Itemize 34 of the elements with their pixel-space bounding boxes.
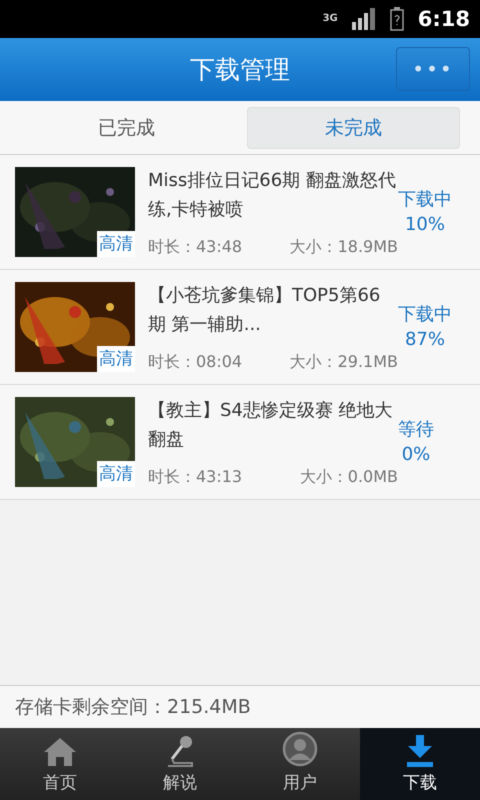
nav-tab[interactable]: 首页 (0, 728, 120, 800)
quality-badge: 高清 (97, 346, 135, 372)
download-status: 等待 (398, 418, 434, 442)
nav-tab[interactable]: 解说 (120, 728, 240, 800)
download-percent: 0% (402, 443, 430, 467)
video-title: 【教主】S4悲惨定级赛 绝地大翻盘 (148, 399, 394, 452)
storage-info: 存储卡剩余空间：215.4MB (15, 695, 251, 720)
tab[interactable]: 未完成 (247, 106, 460, 148)
user-icon (282, 731, 318, 767)
microphone-icon (166, 735, 194, 767)
signal-icon (352, 8, 376, 30)
file-size: 大小：18.9MB (290, 236, 398, 258)
download-status: 下载中 (398, 303, 452, 327)
duration: 时长：43:13 (148, 466, 242, 488)
quality-badge: 高清 (97, 231, 135, 257)
duration: 时长：43:48 (148, 236, 242, 258)
battery-icon (390, 7, 404, 31)
download-percent: 10% (404, 213, 445, 237)
download-percent: 87% (404, 328, 445, 352)
page-title: 下载管理 (190, 54, 290, 86)
quality-badge: 高清 (97, 461, 135, 487)
video-title: 【小苍坑爹集锦】TOP5第66期 第一辅助... (148, 284, 382, 337)
nav-tab[interactable]: 用户 (240, 728, 360, 800)
file-size: 大小：0.0MB (300, 466, 398, 488)
download-status: 下载中 (398, 188, 452, 212)
tab[interactable]: 已完成 (20, 106, 233, 148)
home-icon (43, 737, 77, 767)
network-type: 3G (322, 14, 338, 24)
clock: 6:18 (418, 7, 470, 31)
file-size: 大小：29.1MB (290, 351, 398, 373)
download-icon (405, 735, 435, 767)
nav-tab[interactable]: 下载 (360, 728, 480, 800)
duration: 时长：08:04 (148, 351, 242, 373)
video-title: Miss排位日记66期 翻盘激怒代练,卡特被喷 (148, 169, 397, 222)
